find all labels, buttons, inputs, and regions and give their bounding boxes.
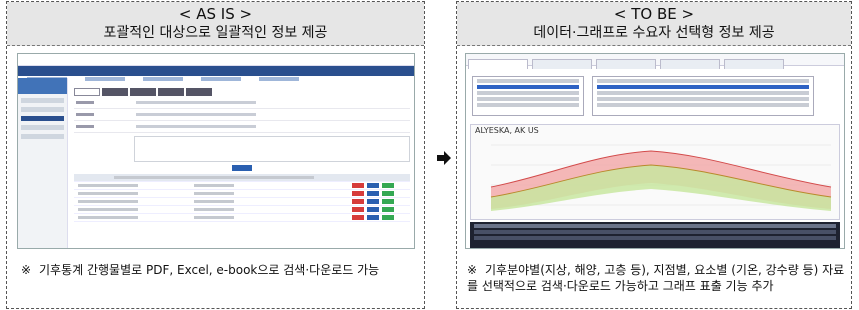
- data-table: [470, 222, 840, 248]
- as-is-topbar: [18, 54, 414, 66]
- as-is-header: < AS IS > 포괄적인 대상으로 일괄적인 정보 제공: [7, 2, 424, 46]
- to-be-panel: < TO BE > 데이터·그래프로 수요자 선택형 정보 제공 ALYESKA…: [456, 1, 852, 309]
- as-is-note-text: 기후통계 간행물별로 PDF, Excel, e-book으로 검색·다운로드 …: [39, 263, 380, 277]
- climate-chart: ALYESKA, AK US: [470, 124, 840, 220]
- as-is-search-box: [134, 136, 410, 162]
- to-be-header: < TO BE > 데이터·그래프로 수요자 선택형 정보 제공: [457, 2, 851, 46]
- to-be-title: < TO BE >: [613, 5, 695, 23]
- state-list: [472, 76, 584, 116]
- to-be-tabs: [466, 54, 844, 69]
- as-is-search-button: [232, 165, 252, 171]
- chart-title: ALYESKA, AK US: [475, 126, 539, 135]
- as-is-note: ※ 기후통계 간행물별로 PDF, Excel, e-book으로 검색·다운로드…: [21, 262, 421, 278]
- note-mark-icon: ※: [467, 263, 478, 277]
- as-is-screenshot: [17, 53, 415, 249]
- to-be-note-text: 기후분야별(지상, 해양, 고층 등), 지점별, 요소별 (기온, 강수량 등…: [467, 263, 845, 293]
- right-arrow-icon: [437, 151, 451, 165]
- as-is-nav-bar: [18, 66, 414, 81]
- chart-graphic: [490, 144, 832, 211]
- as-is-title: < AS IS >: [178, 5, 253, 23]
- as-is-subtitle: 포괄적인 대상으로 일괄적인 정보 제공: [103, 25, 328, 41]
- to-be-screenshot: ALYESKA, AK US: [465, 53, 845, 249]
- station-list: [592, 76, 814, 116]
- as-is-panel: < AS IS > 포괄적인 대상으로 일괄적인 정보 제공 ※ 기후통계 간행…: [6, 1, 425, 309]
- to-be-note: ※ 기후분야별(지상, 해양, 고층 등), 지점별, 요소별 (기온, 강수량 …: [467, 262, 851, 294]
- to-be-subtitle: 데이터·그래프로 수요자 선택형 정보 제공: [533, 25, 775, 41]
- note-mark-icon: ※: [21, 263, 32, 277]
- as-is-tabs: [74, 88, 410, 97]
- as-is-main: [74, 82, 410, 246]
- as-is-sidebar: [18, 78, 68, 248]
- as-is-sidebar-header: [18, 78, 67, 94]
